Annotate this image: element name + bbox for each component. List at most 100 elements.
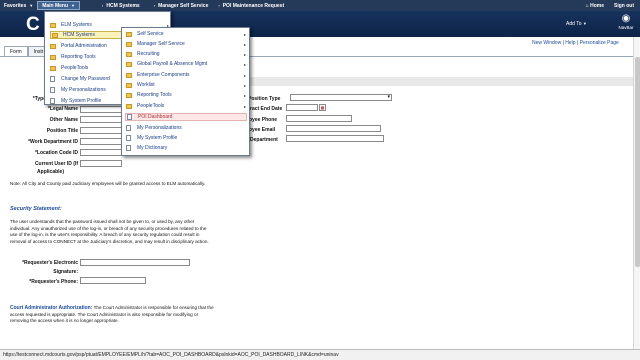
work-department-id-label: *Work Department ID (28, 139, 78, 145)
breadcrumb-label: HCM Systems (106, 2, 140, 9)
department-input[interactable] (286, 135, 384, 142)
contract-end-date-input[interactable] (286, 104, 318, 111)
menu-item-label: Worklist (137, 82, 155, 88)
menu-item-my-personalizations[interactable]: My Personalizations (126, 124, 182, 132)
other-name-label: Other Name (49, 117, 78, 123)
signature-label: Signature: (53, 269, 78, 275)
position-title-input[interactable] (80, 127, 122, 134)
page-icon (50, 98, 55, 104)
topbar-actions: ⌂ Home Sign out (586, 3, 640, 9)
folder-icon (50, 43, 56, 49)
help-link[interactable]: Help (565, 40, 575, 46)
sign-out-link[interactable]: Sign out (614, 3, 634, 9)
menu-item-global-payroll[interactable]: Global Payroll & Absence Mgmt ▸ (126, 60, 246, 68)
folder-icon (126, 61, 132, 67)
chevron-right-icon: ▸ (243, 51, 246, 57)
menu-item-label: Enterprise Components (137, 72, 190, 78)
menu-item-poi-dashboard[interactable]: POI Dashboard (125, 113, 247, 121)
home-link[interactable]: ⌂ Home (586, 3, 604, 9)
menu-item-manager-self-service[interactable]: Manager Self Service ▸ (126, 40, 246, 48)
home-icon: ⌂ (585, 2, 589, 9)
page-icon (127, 114, 132, 120)
location-code-id-input[interactable] (80, 149, 122, 156)
personalize-page-link[interactable]: Personalize Page (580, 40, 619, 46)
page-icon (126, 145, 131, 151)
compass-icon: ◉ (621, 13, 631, 24)
menu-item-label: POI Dashboard (138, 114, 173, 120)
applicable-label: Applicable) (37, 169, 64, 175)
menu-item-label: Change My Password (61, 76, 110, 82)
menu-item-label: Reporting Tools (61, 54, 96, 60)
navbar-label: NavBar (618, 25, 634, 30)
requester-phone-input[interactable] (80, 277, 146, 284)
menu-item-my-dictionary[interactable]: My Dictionary (126, 144, 167, 152)
breadcrumb-hcm-systems[interactable]: › HCM Systems (98, 3, 144, 9)
menu-item-peopletools[interactable]: PeopleTools (50, 64, 88, 72)
menu-item-elm-systems[interactable]: ELM Systems (50, 21, 92, 29)
type-label: *Type (32, 96, 46, 102)
breadcrumb-poi-maintenance[interactable]: › POI Maintenance Request (214, 3, 288, 9)
folder-icon (126, 31, 132, 37)
breadcrumb-manager-self-service[interactable]: › Manager Self Service (150, 3, 213, 9)
page-icon (126, 125, 131, 131)
scrollbar-thumb[interactable] (635, 57, 640, 267)
current-user-id-input[interactable] (80, 160, 122, 167)
menu-item-hcm-systems[interactable]: HCM Systems (50, 31, 123, 39)
other-name-input[interactable] (80, 116, 122, 123)
menu-item-label: HCM Systems (63, 32, 95, 38)
chevron-down-icon: ▼ (29, 3, 34, 8)
court-admin-heading: Court Administrator Authorization: (10, 305, 93, 311)
chevron-right-icon: ▸ (243, 31, 246, 37)
menu-item-my-system-profile[interactable]: My System Profile (126, 134, 177, 142)
navbar-button[interactable]: ◉ NavBar (614, 13, 638, 36)
menu-item-reporting-tools[interactable]: Reporting Tools (50, 53, 96, 61)
chevron-right-icon: ▸ (243, 61, 246, 67)
menu-item-label: Global Payroll & Absence Mgmt (137, 61, 208, 67)
add-to-menu[interactable]: Add To ▼ (566, 21, 587, 27)
menu-item-my-system-profile[interactable]: My System Profile (50, 97, 101, 105)
chevron-right-icon: ▸ (243, 41, 246, 47)
chevron-right-icon: ▸ (243, 82, 246, 88)
position-type-select[interactable] (290, 94, 392, 101)
employee-email-input[interactable] (286, 125, 381, 132)
chevron-right-icon: ▸ (243, 92, 246, 98)
requester-phone-label: *Requester's Phone: (29, 279, 78, 285)
work-department-id-input[interactable] (80, 138, 122, 145)
menu-item-portal-administration[interactable]: Portal Administration (50, 42, 107, 50)
home-label: Home (590, 2, 604, 9)
page-icon (50, 87, 55, 93)
employee-phone-input[interactable] (286, 115, 352, 122)
page-tabs: Form Instr (4, 46, 50, 56)
security-statement-heading: Security Statement: (10, 206, 62, 212)
chevron-down-icon: ▼ (582, 21, 587, 26)
court-admin-text: Court Administrator Authorization: The C… (10, 305, 214, 325)
requester-signature-input[interactable] (80, 259, 190, 266)
menu-item-enterprise-components[interactable]: Enterprise Components ▸ (126, 71, 246, 79)
menu-item-peopletools[interactable]: PeopleTools ▸ (126, 102, 246, 110)
legal-name-input[interactable] (80, 106, 122, 113)
legal-name-label: *Legal Name (47, 106, 78, 112)
vertical-scrollbar[interactable] (633, 37, 640, 349)
menu-item-reporting-tools[interactable]: Reporting Tools ▸ (126, 91, 246, 99)
menu-item-worklist[interactable]: Worklist ▸ (126, 81, 246, 89)
court-admin-body-1: The Court Administrator is responsible (93, 305, 172, 310)
calendar-icon[interactable]: ▦ (319, 104, 326, 111)
favorites-label: Favorites (4, 2, 27, 9)
menu-item-my-personalizations[interactable]: My Personalizations (50, 86, 106, 94)
favorites-menu[interactable]: Favorites ▼ (0, 3, 37, 9)
breadcrumb-bar: Favorites ▼ Main Menu ▼ › HCM Systems › Mana… (0, 0, 640, 11)
menu-item-change-my-password[interactable]: Change My Password (50, 75, 110, 83)
chevron-right-icon: ▸ (243, 103, 246, 109)
menu-item-label: ELM Systems (61, 22, 92, 28)
folder-icon (126, 72, 132, 78)
browser-status-bar: https://testconnect.mdcourts.gov/psp/ptu… (0, 349, 640, 360)
menu-item-self-service[interactable]: Self Service ▸ (126, 30, 246, 38)
position-title-label: Position Title (46, 128, 78, 134)
menu-item-label: My Dictionary (137, 145, 168, 151)
main-menu[interactable]: Main Menu ▼ (37, 1, 81, 10)
menu-item-label: My Personalizations (61, 87, 106, 93)
tab-form[interactable]: Form (4, 46, 28, 56)
folder-icon (52, 32, 58, 38)
menu-item-recruiting[interactable]: Recruiting ▸ (126, 50, 246, 58)
new-window-link[interactable]: New Window (532, 40, 561, 46)
